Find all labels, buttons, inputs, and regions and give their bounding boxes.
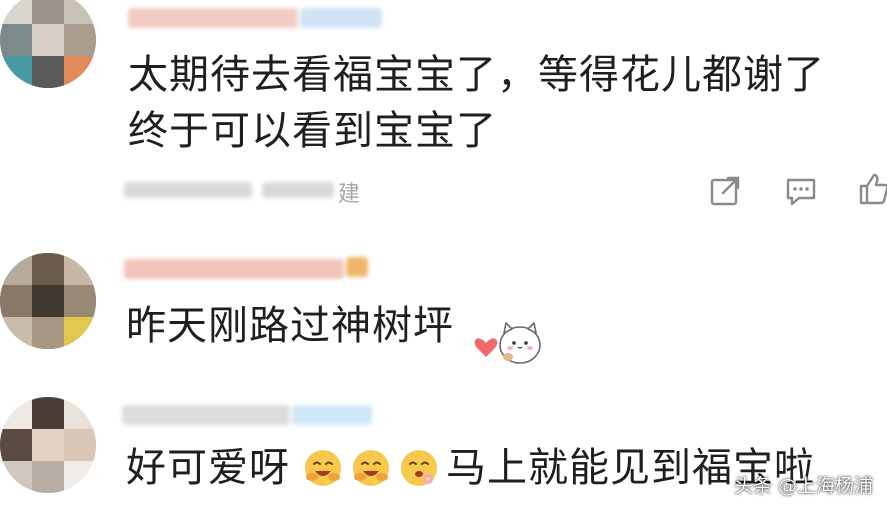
location-blurred [262,182,334,198]
location-suffix: 建 [338,182,361,207]
username-blurred[interactable] [128,8,298,28]
watermark: 头条 @上海杨浦 [733,475,873,497]
avatar[interactable] [0,253,96,349]
comment-2: 昨天刚路过神树坪 [0,235,887,385]
flower-face-emoji [401,450,437,486]
share-icon[interactable] [708,174,742,208]
avatar[interactable] [0,397,96,493]
reply-icon[interactable] [784,174,818,208]
hugging-face-emoji [305,450,341,486]
username-blurred-badge [300,8,382,28]
comment-text: 昨天刚路过神树坪 [126,303,454,349]
cat-heart-sticker [474,322,541,364]
username-blurred-badge [292,405,372,425]
username-blurred-badge [346,257,368,277]
username-blurred[interactable] [124,259,344,279]
avatar[interactable] [0,0,96,88]
comment-text-before-emojis: 好可爱呀 [126,445,290,491]
comment-1: 太期待去看福宝宝了，等得花儿都谢了 终于可以看到宝宝了 建 [0,0,887,235]
like-icon[interactable] [857,172,887,206]
timestamp-blurred [124,182,252,198]
hugging-face-emoji [353,450,389,486]
comment-text-line-1: 太期待去看福宝宝了，等得花儿都谢了 [128,52,825,98]
username-blurred[interactable] [122,405,290,425]
comment-text-line-2: 终于可以看到宝宝了 [128,108,497,154]
